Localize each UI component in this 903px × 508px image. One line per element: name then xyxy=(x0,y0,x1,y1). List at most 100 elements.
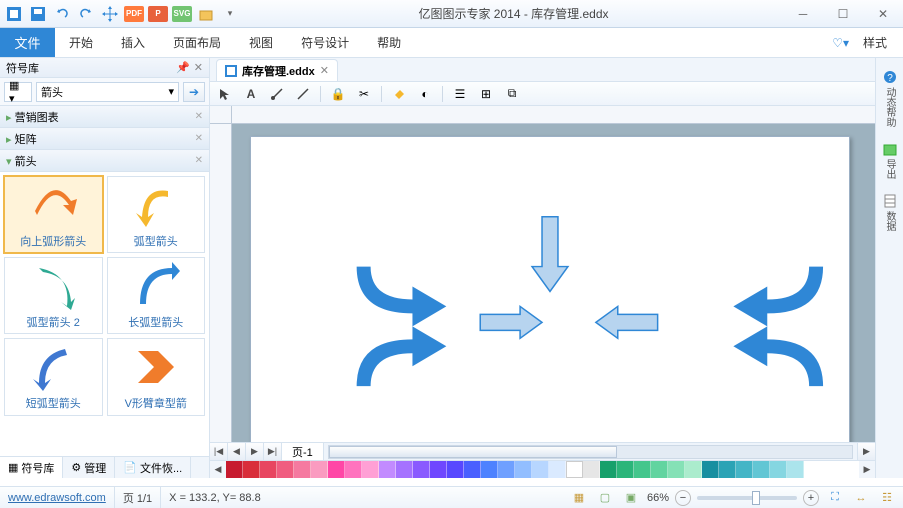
page-first[interactable]: |◀ xyxy=(210,443,228,461)
group-tool[interactable]: ⧉ xyxy=(503,85,521,103)
canvas-arrow-left[interactable] xyxy=(596,306,658,338)
connector-tool[interactable] xyxy=(268,85,286,103)
qat-dropdown[interactable]: ▾ xyxy=(220,4,240,24)
pin-icon[interactable]: 📌 xyxy=(176,61,190,74)
document-tab[interactable]: 库存管理.eddx ✕ xyxy=(216,59,338,81)
scroll-right[interactable]: ▶ xyxy=(857,443,875,461)
swatch[interactable] xyxy=(753,461,770,478)
swatch[interactable] xyxy=(277,461,294,478)
palette-prev[interactable]: ◀ xyxy=(210,461,226,478)
file-menu[interactable]: 文件 xyxy=(0,28,55,57)
ruler-vertical[interactable] xyxy=(210,124,232,442)
canvas[interactable] xyxy=(232,124,875,442)
left-tab-manage[interactable]: ⚙ 管理 xyxy=(63,457,115,478)
page-tab[interactable]: 页-1 xyxy=(282,443,324,461)
export-svg-button[interactable]: SVG xyxy=(172,4,192,24)
swatch[interactable] xyxy=(447,461,464,478)
swatch[interactable] xyxy=(651,461,668,478)
swatch[interactable] xyxy=(685,461,702,478)
export-pdf-button[interactable]: PDF xyxy=(124,4,144,24)
page[interactable] xyxy=(250,136,850,442)
h-scrollbar[interactable] xyxy=(328,445,853,459)
swatch[interactable] xyxy=(379,461,396,478)
right-tab-export[interactable]: 导出 xyxy=(878,136,902,184)
swatch[interactable] xyxy=(549,461,566,478)
swatch[interactable] xyxy=(413,461,430,478)
shape-chevron-arrow[interactable]: V形臂章型箭 xyxy=(107,338,206,415)
swatch[interactable] xyxy=(481,461,498,478)
left-tab-library[interactable]: ▦ 符号库 xyxy=(0,457,63,478)
left-tab-recovery[interactable]: 📄 文件恢... xyxy=(115,457,191,478)
app-icon[interactable] xyxy=(4,4,24,24)
page-prev[interactable]: ◀ xyxy=(228,443,246,461)
swatch[interactable] xyxy=(362,461,379,478)
swatch[interactable] xyxy=(226,461,243,478)
shape-short-arc-arrow[interactable]: 短弧型箭头 xyxy=(4,338,103,415)
distribute-tool[interactable]: ⊞ xyxy=(477,85,495,103)
canvas-curved-arrow-top-left[interactable] xyxy=(357,267,447,327)
library-icon-select[interactable]: ▦ ▾ xyxy=(4,82,32,102)
canvas-curved-arrow-bottom-right[interactable] xyxy=(733,326,823,386)
status-url[interactable]: www.edrawsoft.com xyxy=(8,492,106,504)
swatch[interactable] xyxy=(634,461,651,478)
close-button[interactable]: ✕ xyxy=(863,0,903,28)
swatch[interactable] xyxy=(498,461,515,478)
section-arrows[interactable]: ▾ 箭头✕ xyxy=(0,150,209,172)
shape-arc-arrow[interactable]: 弧型箭头 xyxy=(107,176,206,253)
library-go-button[interactable]: ➔ xyxy=(183,82,205,102)
swatch[interactable] xyxy=(345,461,362,478)
maximize-button[interactable]: ☐ xyxy=(823,0,863,28)
grid-icon[interactable]: ☷ xyxy=(877,489,897,507)
swatch[interactable] xyxy=(515,461,532,478)
view-page-icon[interactable]: ▢ xyxy=(595,489,615,507)
menu-symbol-design[interactable]: 符号设计 xyxy=(287,28,363,57)
library-select[interactable]: 箭头▾ xyxy=(36,82,179,102)
ribbon-collapse-icon[interactable]: ♡▾ xyxy=(832,36,849,50)
menu-help[interactable]: 帮助 xyxy=(363,28,415,57)
menu-page-layout[interactable]: 页面布局 xyxy=(159,28,235,57)
view-full-icon[interactable]: ▣ xyxy=(621,489,641,507)
section-marketing[interactable]: ▸ 营销图表✕ xyxy=(0,106,209,128)
swatch[interactable] xyxy=(328,461,345,478)
pointer-tool[interactable] xyxy=(216,85,234,103)
shape-long-arc-arrow[interactable]: 长弧型箭头 xyxy=(107,257,206,334)
page-next[interactable]: ▶ xyxy=(246,443,264,461)
style-button[interactable]: 样式 xyxy=(855,34,895,51)
swatch[interactable] xyxy=(600,461,617,478)
swatch[interactable] xyxy=(787,461,804,478)
menu-start[interactable]: 开始 xyxy=(55,28,107,57)
tab-close-icon[interactable]: ✕ xyxy=(320,64,329,77)
swatch[interactable] xyxy=(736,461,753,478)
view-normal-icon[interactable]: ▦ xyxy=(569,489,589,507)
lock-tool[interactable]: 🔒 xyxy=(329,85,347,103)
panel-close-icon[interactable]: ✕ xyxy=(194,61,203,74)
ruler-horizontal[interactable] xyxy=(232,106,875,124)
swatch[interactable] xyxy=(532,461,549,478)
shape-up-arc-arrow[interactable]: 向上弧形箭头 xyxy=(4,176,103,253)
menu-insert[interactable]: 插入 xyxy=(107,28,159,57)
shape-arc-arrow-2[interactable]: 弧型箭头 2 xyxy=(4,257,103,334)
shadow-tool[interactable]: ◐ xyxy=(416,85,434,103)
line-tool[interactable] xyxy=(294,85,312,103)
canvas-arrow-right[interactable] xyxy=(480,306,542,338)
fill-tool[interactable] xyxy=(390,85,408,103)
swatch[interactable] xyxy=(311,461,328,478)
export-ppt-button[interactable]: P xyxy=(148,4,168,24)
canvas-curved-arrow-top-right[interactable] xyxy=(733,267,823,327)
swatch[interactable] xyxy=(719,461,736,478)
text-tool[interactable]: A xyxy=(242,85,260,103)
align-tool[interactable]: ☰ xyxy=(451,85,469,103)
palette-next[interactable]: ▶ xyxy=(859,461,875,478)
page-last[interactable]: ▶| xyxy=(264,443,282,461)
section-matrix[interactable]: ▸ 矩阵✕ xyxy=(0,128,209,150)
move-icon[interactable] xyxy=(100,4,120,24)
swatch[interactable] xyxy=(617,461,634,478)
minimize-button[interactable]: ─ xyxy=(783,0,823,28)
zoom-in-button[interactable]: + xyxy=(803,490,819,506)
undo-icon[interactable] xyxy=(52,4,72,24)
swatch[interactable] xyxy=(770,461,787,478)
fit-width-icon[interactable]: ↔ xyxy=(851,489,871,507)
swatch[interactable] xyxy=(430,461,447,478)
zoom-slider[interactable] xyxy=(697,496,797,500)
fit-page-icon[interactable]: ⛶ xyxy=(825,489,845,507)
